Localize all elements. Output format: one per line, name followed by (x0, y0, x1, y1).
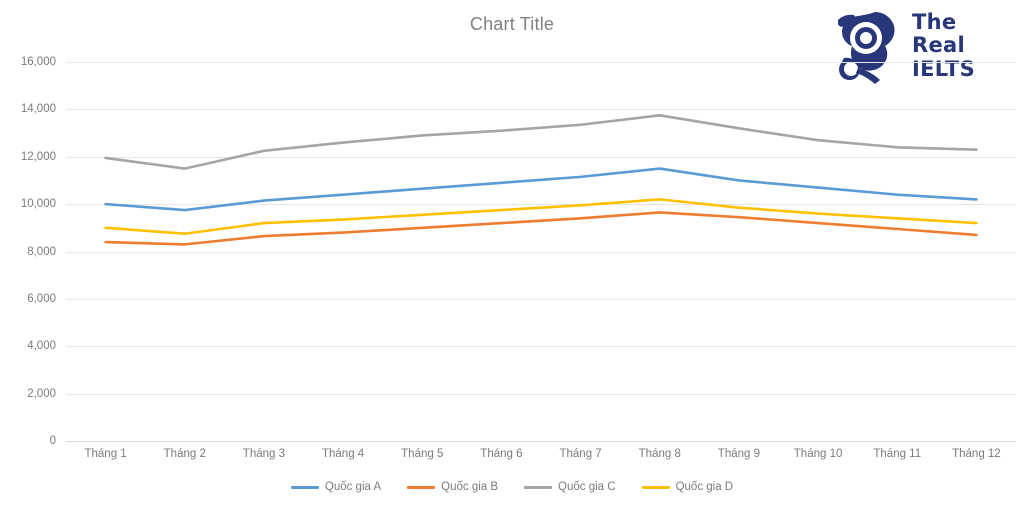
series-lines (104, 113, 978, 246)
x-axis-tick-label: Tháng 8 (638, 448, 681, 460)
x-axis-tick-label: Tháng 3 (242, 448, 286, 460)
y-axis-tick-label: 8,000 (27, 245, 56, 258)
x-axis-tick-label: Tháng 7 (559, 448, 602, 460)
x-axis-labels: Tháng 1 Tháng 2 Tháng 3 Tháng 4 Tháng 5 Tháng… (66, 448, 1016, 470)
gridline (66, 441, 1016, 442)
y-axis-tick-label: 14,000 (20, 103, 56, 116)
y-axis-tick-label: 6,000 (27, 292, 56, 305)
y-axis-tick-label: 0 (49, 435, 56, 447)
legend-label: Quốc gia A (324, 481, 382, 493)
chart-legend: Quốc gia A Quốc gia B Quốc gia C Quốc gia D (0, 481, 1024, 493)
x-axis-tick-label: Tháng 10 (793, 448, 843, 460)
legend-label: Quốc gia C (558, 481, 616, 493)
y-axis-tick-label: 10,000 (20, 198, 56, 211)
y-axis-tick-label: 16,000 (20, 56, 56, 68)
line-chart: Chart Title The Real IELTS 0 2,000 4,000 6,… (0, 0, 1024, 512)
y-axis-labels: 0 2,000 4,000 6,000 8,000 10,000 12,000 14,000 1… (0, 0, 66, 512)
series-line (104, 167, 978, 212)
series-line (104, 113, 978, 170)
legend-label: Quốc gia B (441, 481, 499, 493)
legend-item[interactable]: Quốc gia D (641, 481, 734, 493)
x-axis-tick-label: Tháng 12 (952, 448, 1001, 460)
legend-color-swatch (290, 485, 319, 489)
x-axis-tick-label: Tháng 4 (321, 448, 365, 460)
y-axis-tick-label: 4,000 (27, 340, 56, 353)
y-axis-tick-label: 2,000 (27, 387, 56, 400)
legend-label: Quốc gia D (675, 481, 734, 493)
x-axis-tick-label: Tháng 1 (84, 448, 127, 460)
y-axis-tick-label: 12,000 (20, 150, 56, 163)
legend-item[interactable]: Quốc gia B (407, 481, 498, 493)
legend-color-swatch (524, 485, 553, 489)
x-axis-tick-label: Tháng 5 (401, 448, 444, 460)
x-axis-tick-label: Tháng 11 (873, 448, 922, 460)
x-axis-tick-label: Tháng 9 (717, 448, 761, 460)
legend-color-swatch (407, 485, 436, 489)
logo-line-1: The Real (912, 9, 965, 58)
x-axis-tick-label: Tháng 6 (480, 448, 523, 460)
x-axis-tick-label: Tháng 2 (163, 448, 206, 460)
plot-area (66, 62, 1016, 442)
legend-color-swatch (641, 485, 670, 489)
legend-item[interactable]: Quốc gia C (524, 481, 616, 493)
legend-item[interactable]: Quốc gia A (290, 481, 382, 493)
series-line (104, 211, 978, 246)
